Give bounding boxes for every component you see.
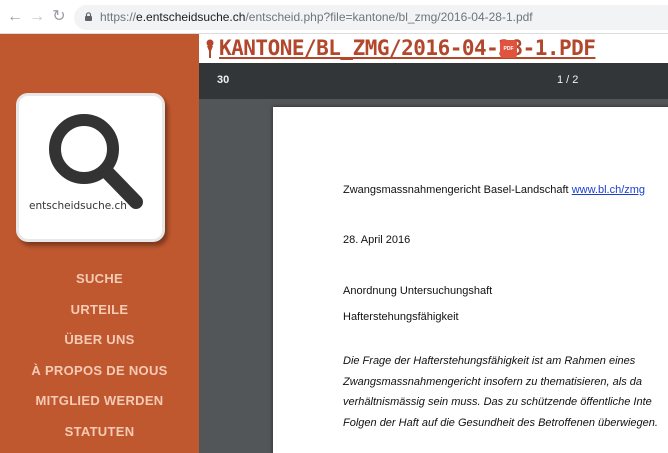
pin-icon bbox=[206, 39, 214, 58]
pdf-file-icon[interactable]: PDF bbox=[500, 40, 517, 58]
url-field[interactable]: https://e.entscheidsuche.ch/entscheid.ph… bbox=[74, 5, 668, 30]
pdf-page: Zwangsmassnahmengericht Basel-Landschaft… bbox=[273, 107, 668, 453]
reload-icon[interactable]: ↻ bbox=[48, 6, 70, 28]
url-prefix: https:// bbox=[100, 10, 137, 24]
toolbar-left-label: 30 bbox=[217, 74, 230, 86]
lock-icon bbox=[85, 12, 92, 21]
browser-address-bar: ← → ↻ https://e.entscheidsuche.ch/entsch… bbox=[0, 0, 668, 34]
pdf-toolbar: 30 1 / 2 bbox=[199, 63, 668, 99]
logo-text: entscheidsuche.ch bbox=[29, 200, 127, 212]
subject-line-2: Hafterstehungsfähigkeit bbox=[343, 311, 459, 323]
page-indicator: 1 / 2 bbox=[557, 74, 579, 86]
paragraph-line-3: verhältnismässig sein muss. Das zu schüt… bbox=[343, 396, 652, 408]
menu-item-suche[interactable]: SUCHE bbox=[0, 268, 199, 299]
document-title-row: KANTONE/BL_ZMG/2016-04-28-1.PDF PDF bbox=[199, 34, 668, 63]
site-logo[interactable]: entscheidsuche.ch bbox=[16, 93, 165, 242]
menu-item-a-propos[interactable]: À PROPOS DE NOUS bbox=[0, 360, 199, 391]
document-title-link[interactable]: KANTONE/BL_ZMG/2016-04-28-1.PDF bbox=[219, 36, 596, 60]
paragraph-line-2: Zwangsmassnahmengericht insofern zu them… bbox=[343, 375, 642, 388]
court-name: Zwangsmassnahmengericht Basel-Landschaft bbox=[343, 184, 569, 196]
url-text: https://e.entscheidsuche.ch/entscheid.ph… bbox=[100, 10, 533, 24]
court-line: Zwangsmassnahmengericht Basel-Landschaft… bbox=[343, 184, 645, 196]
court-link[interactable]: www.bl.ch/zmg bbox=[572, 184, 645, 196]
subject-line-1: Anordnung Untersuchungshaft bbox=[343, 285, 493, 297]
back-arrow-icon[interactable]: ← bbox=[4, 6, 26, 28]
paragraph-line-1: Die Frage der Hafterstehungsfähigkeit is… bbox=[343, 355, 636, 367]
pdf-viewer: 30 1 / 2 Zwangsmassnahmengericht Basel-L… bbox=[199, 63, 668, 453]
decision-date: 28. April 2016 bbox=[343, 234, 411, 246]
url-host: e.entscheidsuche.ch bbox=[136, 10, 246, 24]
sidebar: entscheidsuche.ch SUCHE URTEILE ÜBER UNS… bbox=[0, 34, 199, 453]
url-path: /entscheid.php?file=kantone/bl_zmg/2016-… bbox=[245, 10, 533, 24]
menu-item-ueber-uns[interactable]: ÜBER UNS bbox=[0, 329, 199, 360]
menu-item-mitglied-werden[interactable]: MITGLIED WERDEN bbox=[0, 390, 199, 421]
forward-arrow-icon[interactable]: → bbox=[26, 6, 48, 28]
main-menu: SUCHE URTEILE ÜBER UNS À PROPOS DE NOUS … bbox=[0, 268, 199, 451]
paragraph-line-4: Folgen der Haft auf die Gesundheit des B… bbox=[343, 416, 658, 429]
magnifier-icon bbox=[49, 114, 143, 209]
menu-item-statuten[interactable]: STATUTEN bbox=[0, 421, 199, 452]
menu-item-urteile[interactable]: URTEILE bbox=[0, 299, 199, 330]
